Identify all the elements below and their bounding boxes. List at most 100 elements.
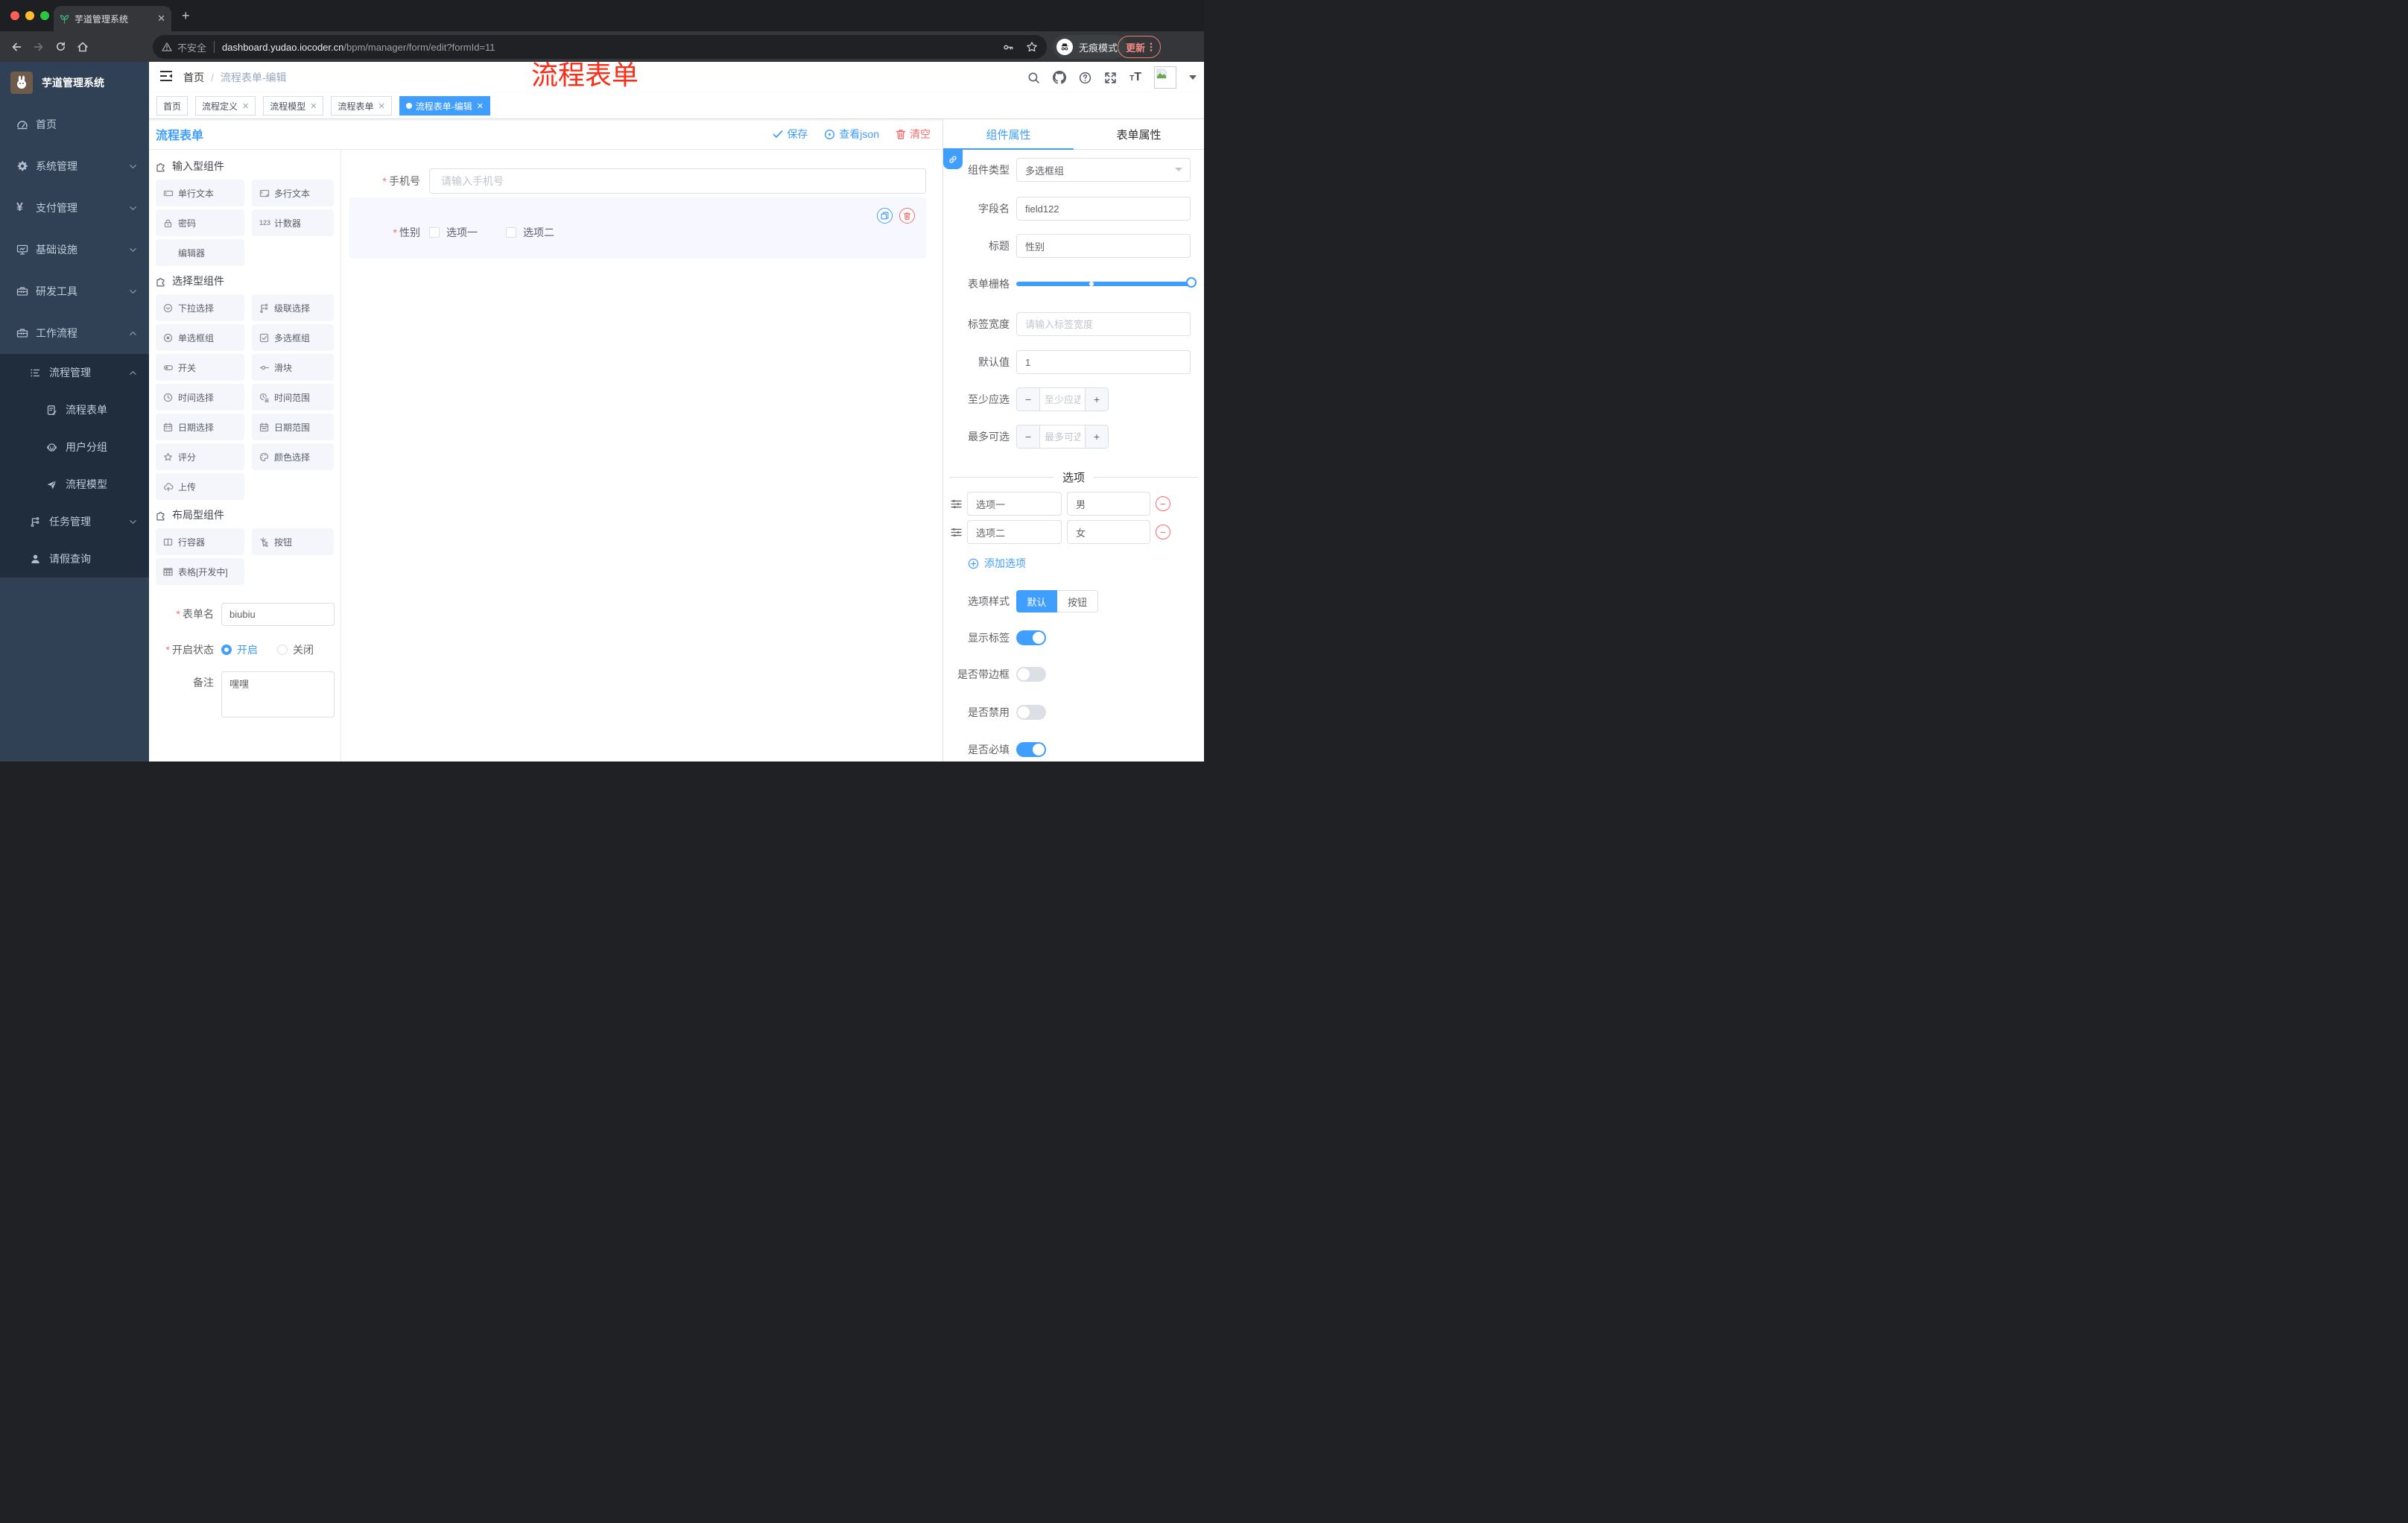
increase-button[interactable]: +: [1085, 425, 1108, 448]
default-value-input[interactable]: [1016, 350, 1191, 374]
palette-item-table[interactable]: 表格[开发中]: [156, 558, 244, 585]
new-tab-button[interactable]: +: [182, 9, 190, 22]
help-icon[interactable]: [1079, 72, 1091, 84]
gender-option-2[interactable]: 选项二: [506, 225, 554, 240]
bookmark-star-icon[interactable]: [1026, 41, 1038, 53]
max-select-input[interactable]: [1040, 425, 1085, 448]
palette-item-switch[interactable]: 开关: [156, 354, 244, 381]
sidebar-item-process-model[interactable]: 流程模型: [0, 466, 149, 503]
sidebar-item-home[interactable]: 首页: [0, 104, 149, 145]
security-label[interactable]: 不安全: [177, 40, 206, 54]
address-bar[interactable]: 不安全 dashboard.yudao.iocoder.cn/bpm/manag…: [153, 35, 1047, 59]
palette-item-editor[interactable]: 编辑器: [156, 239, 244, 266]
font-size-icon[interactable]: TT: [1129, 71, 1141, 84]
tag-process-definition[interactable]: 流程定义 ✕: [195, 96, 256, 115]
form-name-input[interactable]: [221, 603, 335, 626]
phone-field-row[interactable]: 手机号: [341, 168, 942, 194]
palette-item-time-picker[interactable]: 时间选择: [156, 384, 244, 411]
label-width-input[interactable]: [1016, 312, 1191, 336]
style-button-button[interactable]: 按钮: [1057, 590, 1098, 612]
remove-option-button[interactable]: −: [1156, 496, 1170, 511]
slider-track[interactable]: [1016, 277, 1197, 288]
title-input[interactable]: [1016, 234, 1191, 258]
palette-item-time-range[interactable]: 时间范围: [252, 384, 334, 411]
drag-handle-icon[interactable]: [951, 527, 962, 538]
palette-item-color-picker[interactable]: 颜色选择: [252, 443, 334, 470]
form-grid-slider[interactable]: [1016, 272, 1197, 296]
tag-home[interactable]: 首页: [156, 96, 188, 115]
clear-button[interactable]: 清空: [896, 127, 931, 142]
fullscreen-icon[interactable]: [1104, 72, 1117, 84]
palette-item-date-picker[interactable]: 日期选择: [156, 414, 244, 440]
window-zoom-button[interactable]: [40, 11, 49, 20]
remove-option-button[interactable]: −: [1156, 525, 1170, 539]
delete-component-button[interactable]: [899, 208, 915, 224]
palette-item-cascader[interactable]: 级联选择: [252, 294, 334, 321]
checkbox[interactable]: [506, 227, 516, 238]
key-icon[interactable]: [1003, 42, 1014, 53]
show-label-switch[interactable]: [1016, 630, 1046, 645]
component-type-select[interactable]: 多选框组: [1016, 158, 1191, 182]
sidebar-item-infra[interactable]: 基础设施: [0, 229, 149, 270]
drag-handle-icon[interactable]: [951, 498, 962, 510]
tab-component-props[interactable]: 组件属性: [943, 119, 1074, 149]
status-radio-off[interactable]: 关闭: [277, 639, 314, 661]
min-select-input[interactable]: [1040, 388, 1085, 411]
tag-process-form-edit[interactable]: 流程表单-编辑 ✕: [399, 96, 490, 115]
palette-item-select[interactable]: 下拉选择: [156, 294, 244, 321]
sidebar-collapse-icon[interactable]: [159, 70, 173, 86]
palette-item-radio-group[interactable]: 单选框组: [156, 324, 244, 351]
forward-icon[interactable]: [33, 41, 45, 53]
add-option-button[interactable]: 添加选项: [968, 556, 1204, 571]
decrease-button[interactable]: −: [1017, 425, 1040, 448]
window-close-button[interactable]: [10, 11, 19, 20]
palette-item-single-text[interactable]: 单行文本: [156, 180, 244, 206]
option-name-input[interactable]: [967, 492, 1062, 516]
disabled-switch[interactable]: [1016, 705, 1046, 720]
palette-item-date-range[interactable]: 日期范围: [252, 414, 334, 440]
sidebar-item-payment[interactable]: ¥ 支付管理: [0, 187, 149, 229]
avatar-caret-icon[interactable]: [1189, 75, 1197, 80]
close-icon[interactable]: ✕: [310, 101, 317, 111]
palette-item-checkbox-group[interactable]: 多选框组: [252, 324, 334, 351]
tab-form-props[interactable]: 表单属性: [1074, 119, 1204, 149]
sidebar-item-process-form[interactable]: 流程表单: [0, 391, 149, 428]
back-icon[interactable]: [10, 41, 22, 53]
tag-process-model[interactable]: 流程模型 ✕: [263, 96, 324, 115]
sidebar-item-devtools[interactable]: 研发工具: [0, 270, 149, 312]
checkbox[interactable]: [429, 227, 440, 238]
increase-button[interactable]: +: [1085, 388, 1108, 411]
search-icon[interactable]: [1027, 72, 1040, 84]
sidebar-item-user-group[interactable]: 用户分组: [0, 428, 149, 466]
sidebar-item-process-mgmt[interactable]: 流程管理: [0, 354, 149, 391]
close-icon[interactable]: ✕: [242, 101, 249, 111]
palette-item-multi-text[interactable]: 多行文本: [252, 180, 334, 206]
gender-option-1[interactable]: 选项一: [429, 225, 478, 240]
breadcrumb-home[interactable]: 首页: [183, 70, 204, 85]
avatar-broken-image[interactable]: [1154, 66, 1176, 89]
browser-tab[interactable]: 芋道管理系统 ✕: [54, 6, 171, 31]
palette-item-rate[interactable]: 评分: [156, 443, 244, 470]
tag-process-form[interactable]: 流程表单 ✕: [331, 96, 392, 115]
github-icon[interactable]: [1053, 71, 1067, 84]
status-radio-on[interactable]: 开启: [221, 639, 258, 661]
sidebar-item-leave-query[interactable]: 请假查询: [0, 540, 149, 577]
option-value-input[interactable]: [1067, 520, 1150, 544]
browser-update-button[interactable]: 更新: [1118, 36, 1162, 58]
copy-component-button[interactable]: [877, 208, 893, 224]
slider-handle[interactable]: [1186, 277, 1197, 288]
option-name-input[interactable]: [967, 520, 1062, 544]
border-switch[interactable]: [1016, 667, 1046, 682]
close-icon[interactable]: ✕: [477, 101, 484, 111]
palette-item-counter[interactable]: 123 计数器: [252, 209, 334, 236]
palette-item-upload[interactable]: 上传: [156, 473, 244, 500]
tab-close-icon[interactable]: ✕: [157, 13, 165, 25]
close-icon[interactable]: ✕: [378, 101, 385, 111]
sidebar-logo[interactable]: 芋道管理系统: [0, 62, 149, 104]
phone-input[interactable]: [429, 168, 926, 194]
palette-item-row-container[interactable]: 行容器: [156, 528, 244, 555]
option-value-input[interactable]: [1067, 492, 1150, 516]
decrease-button[interactable]: −: [1017, 388, 1040, 411]
style-default-button[interactable]: 默认: [1016, 590, 1057, 612]
palette-item-password[interactable]: 密码: [156, 209, 244, 236]
